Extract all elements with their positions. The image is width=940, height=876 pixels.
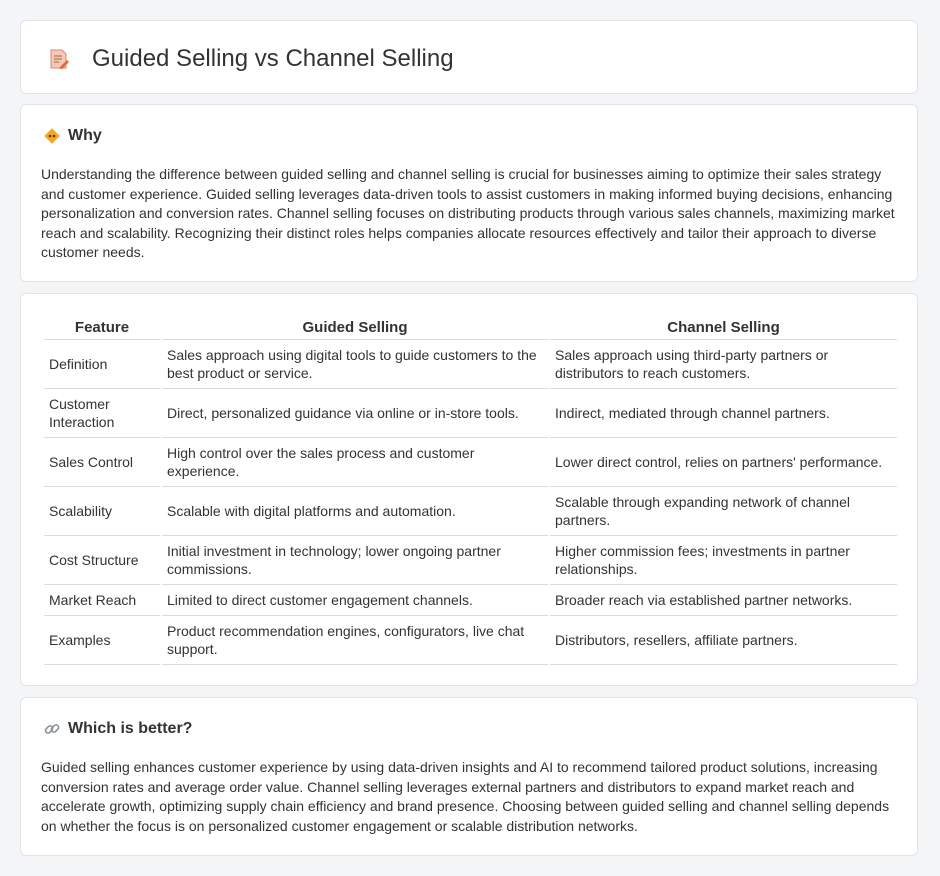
table-row: Sales Control High control over the sale… <box>44 438 897 487</box>
channel-cell: Scalable through expanding network of ch… <box>550 487 897 536</box>
channel-cell: Broader reach via established partner ne… <box>550 585 897 616</box>
better-heading-row: Which is better? <box>43 720 192 738</box>
link-icon <box>44 724 60 734</box>
feature-cell: Market Reach <box>44 585 160 616</box>
guided-cell: Limited to direct customer engagement ch… <box>162 585 548 616</box>
table-row: Definition Sales approach using digital … <box>44 340 897 389</box>
better-text: Guided selling enhances customer experie… <box>41 759 890 834</box>
comparison-section: Feature Guided Selling Channel Selling D… <box>20 293 918 686</box>
guided-cell: Initial investment in technology; lower … <box>162 536 548 585</box>
why-section: Why Understanding the difference between… <box>20 104 918 282</box>
why-heading: Why <box>68 127 102 144</box>
which-better-section: Which is better? Guided selling enhances… <box>20 697 918 856</box>
feature-cell: Examples <box>44 616 160 665</box>
table-row: Cost Structure Initial investment in tec… <box>44 536 897 585</box>
feature-cell: Cost Structure <box>44 536 160 585</box>
table-row: Examples Product recommendation engines,… <box>44 616 897 665</box>
table-row: Scalability Scalable with digital platfo… <box>44 487 897 536</box>
column-header-channel: Channel Selling <box>550 315 897 340</box>
guided-cell: High control over the sales process and … <box>162 438 548 487</box>
channel-cell: Higher commission fees; investments in p… <box>550 536 897 585</box>
why-heading-row: Why <box>43 127 102 145</box>
channel-cell: Sales approach using third-party partner… <box>550 340 897 389</box>
guided-cell: Direct, personalized guidance via online… <box>162 389 548 438</box>
channel-cell: Lower direct control, relies on partners… <box>550 438 897 487</box>
better-heading: Which is better? <box>68 720 193 737</box>
feature-cell: Sales Control <box>44 438 160 487</box>
feature-cell: Scalability <box>44 487 160 536</box>
table-row: Market Reach Limited to direct customer … <box>44 585 897 616</box>
page-title: Guided Selling vs Channel Selling <box>92 45 454 72</box>
channel-cell: Distributors, resellers, affiliate partn… <box>550 616 897 665</box>
comparison-table: Feature Guided Selling Channel Selling D… <box>42 315 899 665</box>
feature-cell: Customer Interaction <box>44 389 160 438</box>
why-text: Understanding the difference between gui… <box>41 166 895 260</box>
feature-cell: Definition <box>44 340 160 389</box>
guided-cell: Sales approach using digital tools to gu… <box>162 340 548 389</box>
table-row: Customer Interaction Direct, personalize… <box>44 389 897 438</box>
column-header-guided: Guided Selling <box>162 315 548 340</box>
guided-cell: Product recommendation engines, configur… <box>162 616 548 665</box>
table-header-row: Feature Guided Selling Channel Selling <box>44 315 897 340</box>
title-card: Guided Selling vs Channel Selling <box>20 20 918 94</box>
document-edit-icon <box>50 49 69 69</box>
column-header-feature: Feature <box>44 315 160 340</box>
diamond-sign-icon <box>44 128 60 144</box>
channel-cell: Indirect, mediated through channel partn… <box>550 389 897 438</box>
guided-cell: Scalable with digital platforms and auto… <box>162 487 548 536</box>
